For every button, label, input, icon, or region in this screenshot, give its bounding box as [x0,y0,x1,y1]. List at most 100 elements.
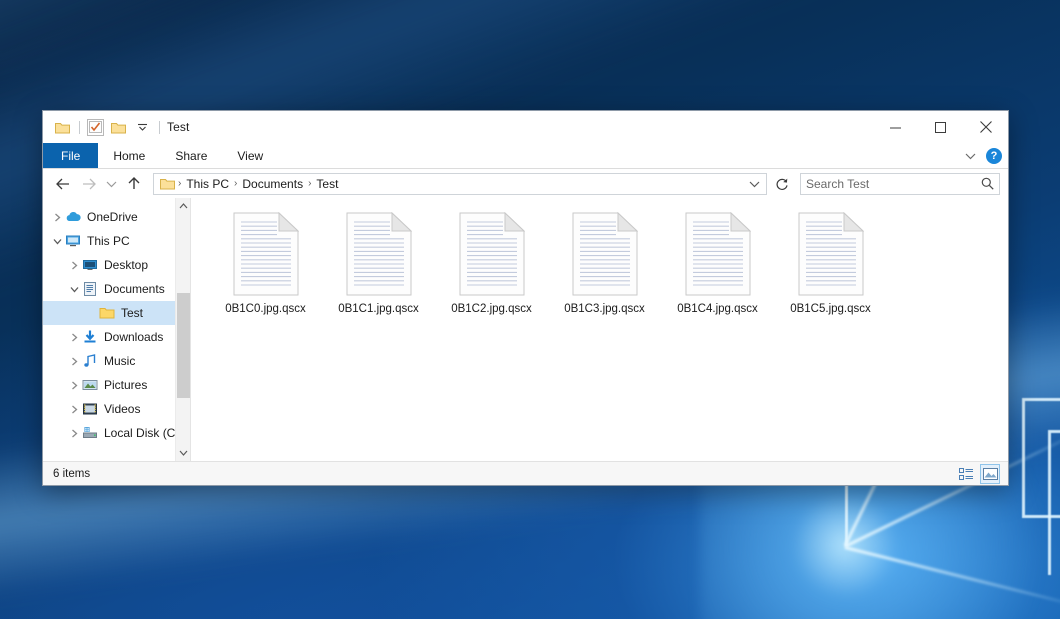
chevron-down-icon[interactable] [66,286,82,293]
breadcrumb-documents[interactable]: Documents [238,177,307,191]
chevron-down-icon[interactable] [746,180,762,188]
view-mode-buttons [956,464,1000,484]
pictures-icon [82,377,98,393]
sidebar-item-documents[interactable]: Documents [43,277,190,301]
desktop-background: Test File Home Share View [0,0,1060,619]
breadcrumb-test[interactable]: Test [312,177,342,191]
properties-icon[interactable] [87,119,104,136]
file-name-label: 0B1C2.jpg.qscx [451,303,532,315]
chevron-right-icon[interactable] [66,405,82,414]
search-icon[interactable] [981,177,994,190]
documents-icon [82,281,98,297]
desktop-icon [82,257,98,273]
disk-icon [82,425,98,441]
document-icon [346,212,412,296]
item-count-label: 6 items [53,468,90,480]
scroll-down-arrow[interactable] [176,445,191,461]
sidebar-item-label: This PC [87,234,130,248]
search-box[interactable] [800,173,1000,195]
refresh-icon[interactable] [772,173,792,195]
document-icon [685,212,751,296]
scroll-up-arrow[interactable] [176,198,190,214]
chevron-right-icon[interactable] [66,261,82,270]
wallpaper-streak-top [0,0,1060,98]
sidebar-item-onedrive[interactable]: OneDrive [43,205,190,229]
back-button[interactable] [51,172,75,196]
window-controls [873,111,1008,143]
file-item[interactable]: 0B1C3.jpg.qscx [548,212,661,315]
sidebar-item-videos[interactable]: Videos [43,397,190,421]
tab-view[interactable]: View [222,143,278,168]
customize-qat-icon[interactable] [132,117,152,137]
file-name-label: 0B1C1.jpg.qscx [338,303,419,315]
maximize-button[interactable] [918,111,963,143]
navigation-pane: OneDrive This PC Desktop Documents Test Downl… [43,198,191,461]
sidebar-item-music[interactable]: Music [43,349,190,373]
minimize-button[interactable] [873,111,918,143]
tab-file[interactable]: File [43,143,98,168]
tab-home[interactable]: Home [98,143,160,168]
title-bar: Test [43,111,1008,143]
new-folder-icon[interactable] [108,117,128,137]
file-name-label: 0B1C5.jpg.qscx [790,303,871,315]
address-bar: › This PC › Documents › Test [43,169,1008,198]
chevron-down-icon[interactable] [49,238,65,245]
forward-button[interactable] [77,172,101,196]
file-explorer-window: Test File Home Share View [42,110,1009,486]
file-item[interactable]: 0B1C1.jpg.qscx [322,212,435,315]
chevron-right-icon[interactable] [66,357,82,366]
chevron-down-icon[interactable] [962,152,978,160]
scrollbar-thumb[interactable] [177,293,190,398]
qat-separator-1 [79,121,80,134]
folder-tree: OneDrive This PC Desktop Documents Test Downl… [43,198,190,445]
close-button[interactable] [963,111,1008,143]
file-item[interactable]: 0B1C4.jpg.qscx [661,212,774,315]
wallpaper-beam-2 [845,546,1060,605]
file-item[interactable]: 0B1C5.jpg.qscx [774,212,887,315]
sidebar-item-test[interactable]: Test [43,301,190,325]
cloud-icon [65,209,81,225]
ribbon-tab-bar: File Home Share View ? [43,143,1008,169]
sidebar-item-label: Pictures [104,378,147,392]
breadcrumb-folder-icon [158,177,177,190]
breadcrumb[interactable]: › This PC › Documents › Test [153,173,767,195]
window-title: Test [167,120,189,134]
quick-access-toolbar [43,117,163,137]
file-item[interactable]: 0B1C2.jpg.qscx [435,212,548,315]
sidebar-item-desktop[interactable]: Desktop [43,253,190,277]
tab-share[interactable]: Share [160,143,222,168]
sidebar-item-label: OneDrive [87,210,138,224]
sidebar-item-this-pc[interactable]: This PC [43,229,190,253]
sidebar-item-label: Local Disk (C:) [104,426,183,440]
navigation-scrollbar[interactable] [175,198,190,461]
sidebar-item-label: Videos [104,402,140,416]
large-icons-view-button[interactable] [980,464,1000,484]
details-view-button[interactable] [956,464,976,484]
document-icon [798,212,864,296]
sidebar-item-label: Documents [104,282,165,296]
document-icon [233,212,299,296]
download-icon [82,329,98,345]
file-list-pane[interactable]: 0B1C0.jpg.qscx 0B1C1.jpg.qscx 0B1C2.jpg.qs… [191,198,1008,461]
chevron-right-icon[interactable] [66,381,82,390]
chevron-right-icon[interactable] [66,429,82,438]
wallpaper-pane-right-bottom [1048,430,1060,575]
folder-icon [99,305,115,321]
sidebar-item-pictures[interactable]: Pictures [43,373,190,397]
recent-locations-button[interactable] [103,172,120,196]
window-body: OneDrive This PC Desktop Documents Test Downl… [43,198,1008,461]
breadcrumb-this-pc[interactable]: This PC [182,177,233,191]
ribbon-right-controls: ? [962,143,1002,169]
file-name-label: 0B1C3.jpg.qscx [564,303,645,315]
chevron-right-icon[interactable] [49,213,65,222]
sidebar-item-label: Music [104,354,135,368]
chevron-right-icon[interactable] [66,333,82,342]
help-icon[interactable]: ? [986,148,1002,164]
file-item[interactable]: 0B1C0.jpg.qscx [209,212,322,315]
search-input[interactable] [806,177,981,191]
folder-icon[interactable] [52,117,72,137]
up-button[interactable] [122,172,146,196]
sidebar-item-label: Downloads [104,330,163,344]
sidebar-item-local-disk-c[interactable]: Local Disk (C:) [43,421,190,445]
sidebar-item-downloads[interactable]: Downloads [43,325,190,349]
